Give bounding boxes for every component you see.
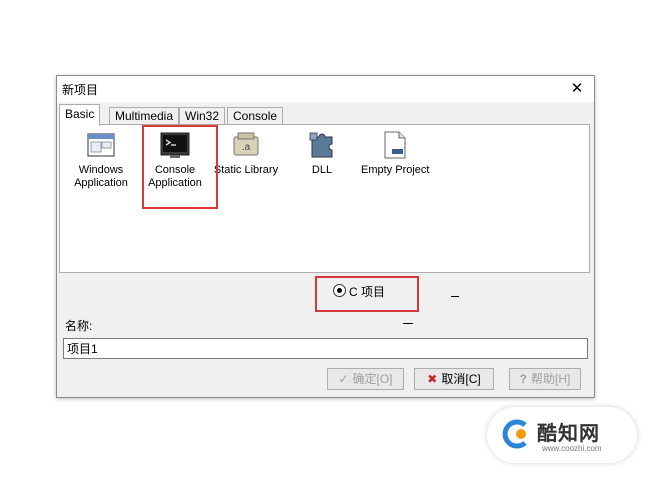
help-button-label: 帮助[H] <box>531 372 571 386</box>
name-label: 名称: <box>65 319 93 333</box>
svg-text:.a: .a <box>242 142 251 153</box>
project-dll[interactable]: DLL <box>289 129 355 177</box>
dash-mark <box>403 323 413 324</box>
radio-dot <box>337 288 342 293</box>
dash-mark <box>451 296 459 297</box>
help-icon: ? <box>519 372 527 386</box>
new-project-dialog: 新项目 ✕ Basic Multimedia Win32 Console Win… <box>56 75 595 398</box>
console-app-icon <box>160 132 190 158</box>
watermark: 酷知网 www.coozhi.com <box>487 407 637 463</box>
project-name-input[interactable] <box>63 338 588 359</box>
empty-project-icon <box>384 131 406 159</box>
help-button[interactable]: ? 帮助[H] <box>509 368 581 390</box>
project-empty-project[interactable]: Empty Project <box>361 129 430 177</box>
project-label: Console <box>154 164 196 176</box>
tab-multimedia[interactable]: Multimedia <box>109 107 180 125</box>
watermark-name: 酷知网 <box>537 423 600 445</box>
project-label: Empty Project <box>361 164 430 176</box>
project-console-application[interactable]: Console Application <box>142 129 208 190</box>
check-icon: ✓ <box>338 372 349 386</box>
dll-puzzle-icon <box>309 132 333 158</box>
cancel-button-label: 取消[C] <box>441 372 481 386</box>
c-project-label: C 项目 <box>349 285 386 299</box>
dialog-title: 新项目 <box>62 83 99 97</box>
ok-button[interactable]: ✓ 确定[O] <box>327 368 404 390</box>
radio-button[interactable] <box>333 284 346 297</box>
tab-win32[interactable]: Win32 <box>179 107 226 125</box>
ok-button-label: 确定[O] <box>352 372 393 386</box>
project-label: Application <box>148 177 202 189</box>
project-type-panel: Windows Application Console Application … <box>59 124 590 273</box>
watermark-url: www.coozhi.com <box>542 444 602 453</box>
project-windows-application[interactable]: Windows Application <box>68 129 134 190</box>
window-app-icon <box>87 133 115 157</box>
project-label: DLL <box>311 164 333 176</box>
project-label: Windows <box>78 164 124 176</box>
project-label: Static Library <box>213 164 279 176</box>
tab-basic[interactable]: Basic <box>59 104 101 126</box>
static-library-icon: .a <box>233 132 259 156</box>
project-label: Application <box>74 177 128 189</box>
close-icon[interactable]: ✕ <box>560 76 594 102</box>
title-bar[interactable]: 新项目 ✕ <box>57 76 594 102</box>
cancel-button[interactable]: ✖ 取消[C] <box>414 368 494 390</box>
tab-console[interactable]: Console <box>227 107 284 125</box>
coozhi-logo-icon <box>502 419 527 449</box>
cancel-x-icon: ✖ <box>427 372 438 386</box>
project-static-library[interactable]: .a Static Library <box>213 129 279 177</box>
